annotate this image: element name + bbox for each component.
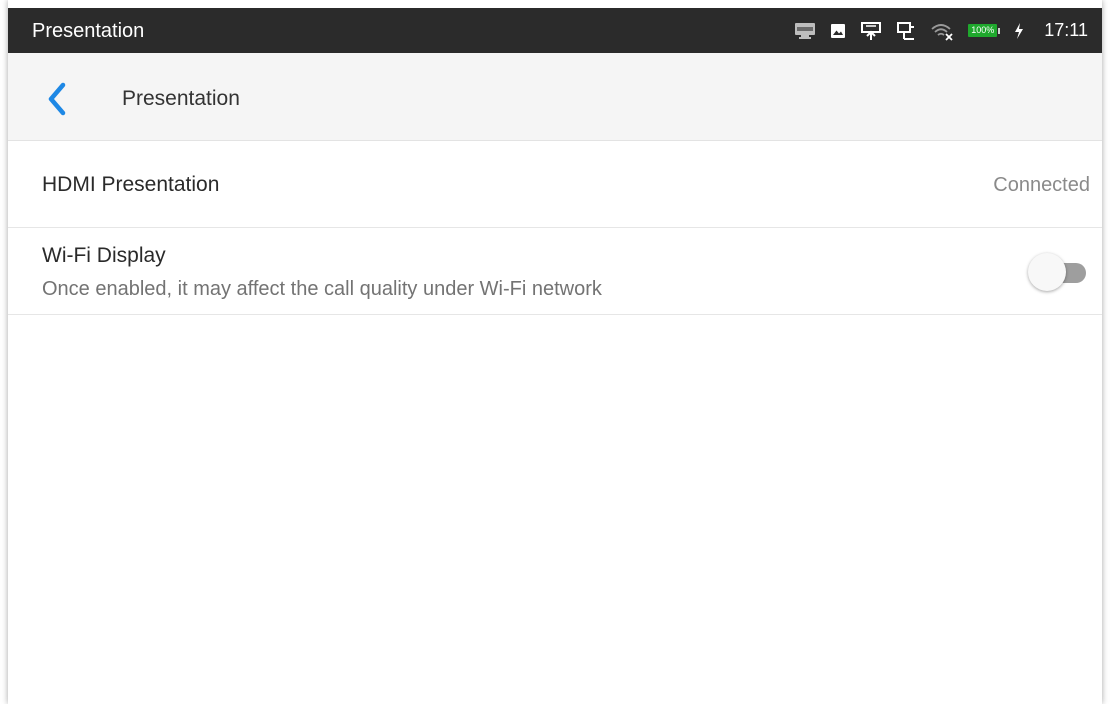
ethernet-icon [896,21,916,41]
app-bar: Presentation [8,53,1102,141]
hdmi-icon [794,22,816,40]
hdmi-status-value: Connected [993,174,1090,196]
wifi-display-toggle[interactable] [1028,253,1088,291]
wifi-display-label: Wi-Fi Display [42,244,166,267]
page-title: Presentation [122,87,240,110]
status-bar-title: Presentation [32,20,145,42]
status-bar: Presentation 100% 17:11 [8,8,1102,53]
wifi-display-description: Once enabled, it may affect the call qua… [42,278,602,300]
clock: 17:11 [1044,20,1088,40]
wifi-off-icon [930,21,954,41]
toggle-thumb [1028,253,1066,291]
battery-icon: 100% [968,24,1001,37]
status-icons: 100% 17:11 [794,8,1088,53]
chevron-left-icon [48,82,66,116]
hdmi-presentation-label: HDMI Presentation [42,173,220,196]
image-icon [830,23,846,39]
device-screen: Presentation 100% 17:11 Presentation HDM… [8,0,1102,704]
wifi-display-row[interactable]: Wi-Fi Display Once enabled, it may affec… [8,228,1102,315]
usb-network-icon [860,21,882,41]
charging-icon [1014,22,1024,39]
back-button[interactable] [38,79,78,119]
battery-level: 100% [968,24,998,37]
hdmi-presentation-row[interactable]: HDMI Presentation Connected [8,141,1102,228]
